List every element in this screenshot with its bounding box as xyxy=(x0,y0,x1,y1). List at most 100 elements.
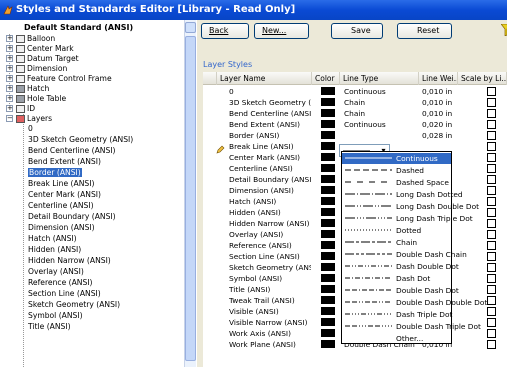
color-swatch[interactable] xyxy=(321,230,335,238)
tree-item-hatch[interactable]: Hatch xyxy=(27,84,49,94)
tree-expander[interactable]: + xyxy=(6,95,13,102)
reset-button[interactable]: Reset xyxy=(397,23,452,39)
scale-checkbox[interactable] xyxy=(487,98,496,107)
header-line-weight[interactable]: Line Wei... xyxy=(419,72,458,85)
tree-layer-item[interactable]: Sketch Geometry (ANSI) xyxy=(28,300,120,310)
line-type-option[interactable]: Double Dash Dot xyxy=(342,285,459,296)
tree-layer-item[interactable]: Detail Boundary (ANSI) xyxy=(28,212,116,222)
tree-expander[interactable]: − xyxy=(6,115,13,122)
tree-layer-item[interactable]: 3D Sketch Geometry (ANSI) xyxy=(28,135,133,145)
filter-icon[interactable] xyxy=(501,24,507,36)
scale-checkbox[interactable] xyxy=(487,87,496,96)
table-row[interactable]: Bend Centerline (ANSI) Chain 0,010 in xyxy=(203,108,507,119)
color-swatch[interactable] xyxy=(321,109,335,117)
tree-layer-item[interactable]: Bend Centerline (ANSI) xyxy=(28,146,115,156)
scale-checkbox[interactable] xyxy=(487,340,496,349)
color-swatch[interactable] xyxy=(321,175,335,183)
line-type-option[interactable]: Long Dash Triple Dot xyxy=(342,213,473,224)
tree-scrollbar[interactable] xyxy=(184,20,196,367)
line-type-option[interactable]: Double Dash Triple Dot xyxy=(342,321,481,332)
line-type-option[interactable]: Dashed Space xyxy=(342,177,451,188)
line-type-option[interactable]: Dotted xyxy=(342,225,451,236)
table-row[interactable]: Bend Extent (ANSI) Continuous 0,020 in xyxy=(203,119,507,130)
color-swatch[interactable] xyxy=(321,296,335,304)
color-swatch[interactable] xyxy=(321,131,335,139)
table-row[interactable]: 3D Sketch Geometry (AN Chain 0,010 in xyxy=(203,97,507,108)
tree-expander[interactable]: + xyxy=(6,55,13,62)
tree-item-layers[interactable]: Layers xyxy=(27,114,52,124)
scale-checkbox[interactable] xyxy=(487,186,496,195)
tree-layer-item[interactable]: Center Mark (ANSI) xyxy=(28,190,101,200)
color-swatch[interactable] xyxy=(321,274,335,282)
tree-item-hole-table[interactable]: Hole Table xyxy=(27,94,66,104)
tree-expander[interactable]: + xyxy=(6,105,13,112)
tree-layer-item[interactable]: Dimension (ANSI) xyxy=(28,223,95,233)
scale-checkbox[interactable] xyxy=(487,175,496,184)
back-button[interactable]: Back xyxy=(201,23,249,39)
color-swatch[interactable] xyxy=(321,252,335,260)
line-type-option[interactable]: Other... xyxy=(342,333,451,344)
color-swatch[interactable] xyxy=(321,263,335,271)
color-swatch[interactable] xyxy=(321,241,335,249)
tree-layer-item[interactable]: Hidden Narrow (ANSI) xyxy=(28,256,111,266)
save-button[interactable]: Save xyxy=(331,23,383,39)
color-swatch[interactable] xyxy=(321,208,335,216)
line-type-option[interactable]: Long Dash Dotted xyxy=(342,189,463,200)
scale-checkbox[interactable] xyxy=(487,153,496,162)
tree-item-balloon[interactable]: Balloon xyxy=(27,34,55,44)
color-swatch[interactable] xyxy=(321,164,335,172)
tree-layer-item[interactable]: Hatch (ANSI) xyxy=(28,234,77,244)
style-tree[interactable]: Default Standard (ANSI) + Balloon + Center M… xyxy=(0,20,196,367)
line-type-option[interactable]: Dash Double Dot xyxy=(342,261,459,272)
header-line-type[interactable]: Line Type xyxy=(340,72,419,85)
scale-checkbox[interactable] xyxy=(487,296,496,305)
color-swatch[interactable] xyxy=(321,186,335,194)
tree-expander[interactable]: + xyxy=(6,65,13,72)
scale-checkbox[interactable] xyxy=(487,208,496,217)
line-type-list[interactable]: Continuous Dashed Dashed Space Long Dash Do… xyxy=(341,151,487,344)
scale-checkbox[interactable] xyxy=(487,307,496,316)
new-button[interactable]: New... xyxy=(254,23,309,39)
tree-layer-item[interactable]: Reference (ANSI) xyxy=(28,278,93,288)
tree-layer-item[interactable]: Hidden (ANSI) xyxy=(28,245,81,255)
scale-checkbox[interactable] xyxy=(487,164,496,173)
tree-item-feature-control-frame[interactable]: Feature Control Frame xyxy=(27,74,112,84)
tree-layer-item[interactable]: Title (ANSI) xyxy=(28,322,71,332)
color-swatch[interactable] xyxy=(321,219,335,227)
line-type-option[interactable]: Dash Triple Dot xyxy=(342,309,452,320)
tree-layer-item[interactable]: Bend Extent (ANSI) xyxy=(28,157,101,167)
line-type-option[interactable]: Continuous xyxy=(342,153,451,164)
scale-checkbox[interactable] xyxy=(487,109,496,118)
scale-checkbox[interactable] xyxy=(487,120,496,129)
color-swatch[interactable] xyxy=(321,142,335,150)
header-layer-name[interactable]: Layer Name xyxy=(217,72,312,85)
tree-expander[interactable]: + xyxy=(6,85,13,92)
line-type-option[interactable]: Double Dash Double Dot xyxy=(342,297,487,308)
scroll-thumb[interactable] xyxy=(185,36,196,361)
scale-checkbox[interactable] xyxy=(487,274,496,283)
color-swatch[interactable] xyxy=(321,285,335,293)
scale-checkbox[interactable] xyxy=(487,131,496,140)
scale-checkbox[interactable] xyxy=(487,219,496,228)
color-swatch[interactable] xyxy=(321,120,335,128)
tree-layer-item[interactable]: Section Line (ANSI) xyxy=(28,289,101,299)
color-swatch[interactable] xyxy=(321,340,335,348)
scale-checkbox[interactable] xyxy=(487,230,496,239)
tree-item-center-mark[interactable]: Center Mark xyxy=(27,44,74,54)
scale-checkbox[interactable] xyxy=(487,318,496,327)
header-color[interactable]: Color xyxy=(312,72,340,85)
line-type-option[interactable]: Long Dash Double Dot xyxy=(342,201,479,212)
line-type-option[interactable]: Dashed xyxy=(342,165,451,176)
color-swatch[interactable] xyxy=(321,318,335,326)
table-row[interactable]: 0 Continuous 0,010 in xyxy=(203,86,507,97)
color-swatch[interactable] xyxy=(321,98,335,106)
line-type-option[interactable]: Dash Dot xyxy=(342,273,451,284)
table-row[interactable]: Border (ANSI) 0,028 in xyxy=(203,130,507,141)
scroll-up-button[interactable] xyxy=(185,22,196,33)
scale-checkbox[interactable] xyxy=(487,241,496,250)
tree-item-dimension[interactable]: Dimension xyxy=(27,64,67,74)
line-type-option[interactable]: Chain xyxy=(342,237,451,248)
window-title-bar[interactable]: Styles and Standards Editor [Library - R… xyxy=(0,0,507,20)
tree-layer-item[interactable]: Border (ANSI) xyxy=(28,168,82,178)
scale-checkbox[interactable] xyxy=(487,142,496,151)
